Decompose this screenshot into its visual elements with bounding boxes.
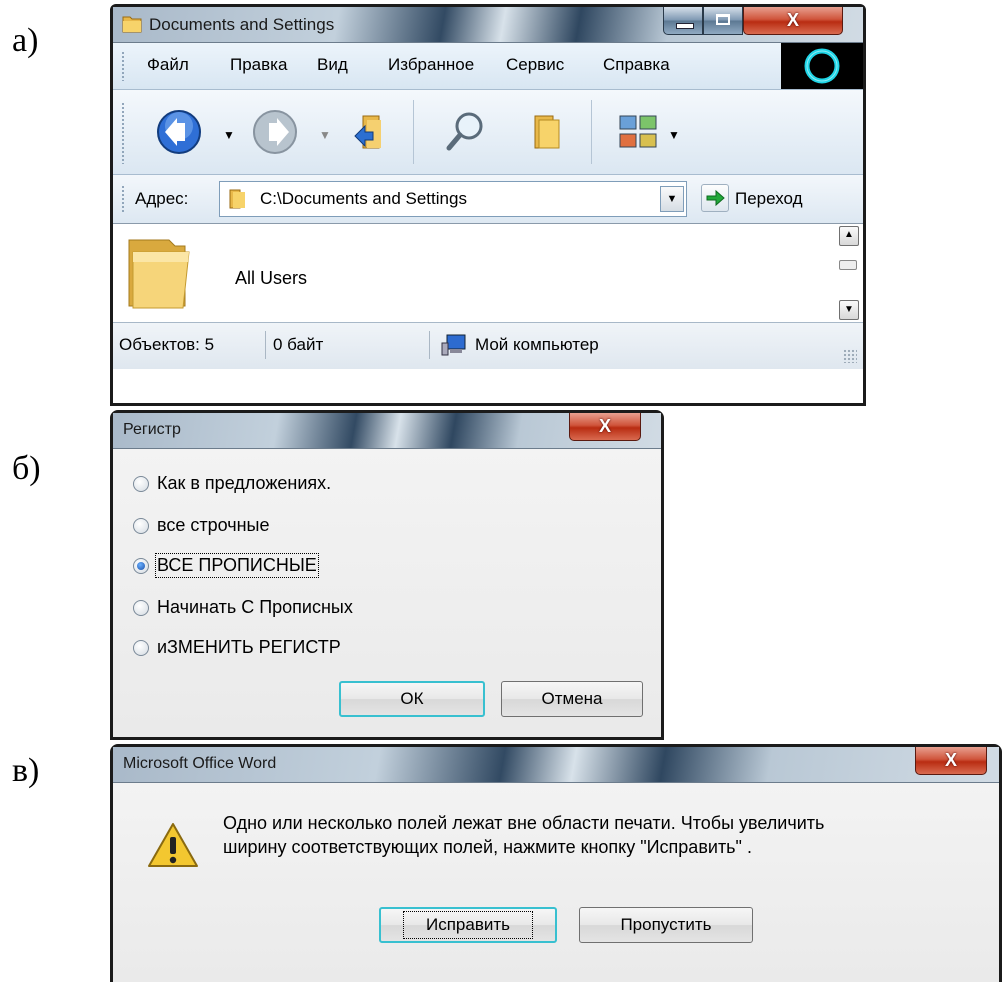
cancel-button[interactable]: Отмена: [501, 681, 643, 717]
views-icon[interactable]: [618, 112, 658, 157]
warning-message: Одно или несколько полей лежат вне облас…: [223, 811, 824, 859]
scroll-thumb[interactable]: [839, 260, 857, 270]
menu-favorites[interactable]: Избранное: [388, 55, 474, 75]
address-label: Адрес:: [135, 189, 189, 208]
address-input[interactable]: C:\Documents and Settings ▼: [219, 181, 687, 217]
back-icon[interactable]: [155, 108, 203, 161]
address-dropdown-button[interactable]: ▼: [660, 186, 684, 212]
radio-label: Как в предложениях.: [157, 473, 332, 493]
go-button[interactable]: Переход: [697, 181, 863, 217]
radio-label: Начинать С Прописных: [157, 597, 353, 617]
register-titlebar[interactable]: Регистр X: [113, 413, 661, 449]
word-titlebar[interactable]: Microsoft Office Word X: [113, 747, 999, 783]
label-b: б): [12, 450, 41, 487]
label-a: а): [12, 22, 39, 59]
status-separator-2: [429, 331, 430, 359]
status-objects: Объектов: 5: [119, 335, 215, 354]
explorer-window: Documents and Settings X Файл Правка Вид…: [110, 4, 866, 406]
warning-icon: [147, 821, 199, 874]
go-arrow-icon: [701, 184, 729, 212]
file-list: All Users ▲ ▼: [113, 224, 863, 322]
search-icon[interactable]: [443, 108, 489, 159]
close-icon: X: [786, 10, 799, 30]
fix-button[interactable]: Исправить: [379, 907, 557, 943]
chevron-down-icon: ▼: [666, 193, 678, 205]
scroll-down-button[interactable]: ▼: [839, 300, 859, 320]
register-title: Регистр: [123, 421, 181, 438]
status-size: 0 байт: [273, 335, 324, 354]
label-c: в): [12, 752, 40, 789]
radio-label: иЗМЕНИТЬ РЕГИСТР: [157, 637, 341, 657]
menu-help[interactable]: Справка: [603, 55, 670, 75]
status-bar: Объектов: 5 0 байт Мой компьютер: [113, 322, 863, 369]
word-dialog: Microsoft Office Word X Одно или несколь…: [110, 744, 1002, 982]
address-path: C:\Documents and Settings: [260, 189, 467, 208]
status-separator: [265, 331, 266, 359]
radio-label: все строчные: [157, 515, 270, 535]
fix-button-label: Исправить: [402, 911, 534, 939]
forward-dropdown-icon[interactable]: ▼: [319, 128, 331, 142]
resize-grip-icon[interactable]: [843, 349, 857, 363]
close-icon: X: [944, 750, 957, 770]
status-location: Мой компьютер: [475, 335, 599, 354]
skip-button[interactable]: Пропустить: [579, 907, 753, 943]
register-dialog: Регистр X Как в предложениях. все строчн…: [110, 410, 664, 740]
scroll-down-icon: ▼: [844, 304, 854, 315]
forward-icon[interactable]: [251, 108, 299, 161]
radio-button-icon[interactable]: [133, 640, 149, 656]
menu-edit[interactable]: Правка: [230, 55, 287, 75]
maximize-button[interactable]: [703, 7, 743, 35]
explorer-titlebar[interactable]: Documents and Settings X: [113, 7, 863, 43]
message-line: Одно или несколько полей лежат вне облас…: [223, 813, 825, 833]
menu-view[interactable]: Вид: [317, 55, 348, 75]
radio-button-icon[interactable]: [133, 600, 149, 616]
radio-button-icon[interactable]: [133, 518, 149, 534]
menu-bar: Файл Правка Вид Избранное Сервис Справка: [113, 43, 863, 90]
folders-icon[interactable]: [525, 110, 569, 159]
menu-service[interactable]: Сервис: [506, 55, 564, 75]
radio-label: ВСЕ ПРОПИСНЫЕ: [155, 553, 319, 578]
message-line: ширину соответствующих полей, нажмите кн…: [223, 837, 752, 857]
addressbar-grip[interactable]: [121, 185, 125, 213]
toolbar-separator-2: [591, 100, 592, 164]
toolbar-separator: [413, 100, 414, 164]
scroll-up-icon: ▲: [844, 229, 854, 240]
toolbar-grip[interactable]: [121, 102, 125, 164]
vertical-scrollbar[interactable]: ▲ ▼: [837, 224, 861, 322]
close-button[interactable]: X: [743, 7, 843, 35]
views-dropdown-icon[interactable]: ▼: [668, 128, 680, 142]
go-label: Переход: [735, 189, 803, 208]
item-name: All Users: [235, 268, 308, 288]
word-title: Microsoft Office Word: [123, 755, 277, 772]
folder-icon: [121, 13, 143, 40]
large-folder-icon: [123, 230, 203, 321]
windows-logo-icon: [781, 43, 863, 89]
minimize-icon: [676, 23, 694, 29]
menubar-grip[interactable]: [121, 51, 125, 81]
ok-button[interactable]: ОК: [339, 681, 485, 717]
word-body: Одно или несколько полей лежат вне облас…: [113, 783, 999, 982]
scroll-up-button[interactable]: ▲: [839, 226, 859, 246]
radio-button-selected-icon[interactable]: [133, 558, 149, 574]
register-body: Как в предложениях. все строчные ВСЕ ПРО…: [113, 449, 661, 737]
back-dropdown-icon[interactable]: ▼: [223, 128, 235, 142]
maximize-icon: [716, 14, 730, 25]
word-close-button[interactable]: X: [915, 747, 987, 775]
address-bar: Адрес: C:\Documents and Settings ▼ Перех…: [113, 175, 863, 224]
menu-file[interactable]: Файл: [147, 55, 189, 75]
computer-icon: [441, 333, 467, 362]
address-folder-icon: [226, 187, 250, 216]
close-icon: X: [598, 416, 611, 436]
toolbar: ▼ ▼ ▼: [113, 90, 863, 175]
radio-button-icon[interactable]: [133, 476, 149, 492]
register-close-button[interactable]: X: [569, 413, 641, 441]
explorer-title: Documents and Settings: [149, 15, 335, 34]
minimize-button[interactable]: [663, 7, 703, 35]
up-folder-icon[interactable]: [349, 110, 393, 159]
list-item[interactable]: All Users: [123, 230, 363, 316]
